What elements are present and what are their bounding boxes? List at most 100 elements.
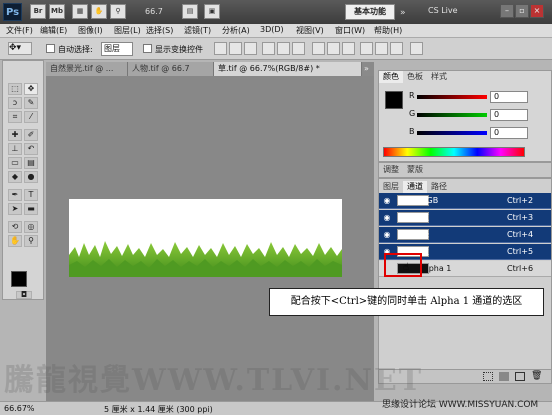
zoom-tool-icon[interactable]: ⚲ [24,235,38,247]
r-value[interactable]: 0 [490,91,528,103]
maximize-button[interactable]: ▫ [515,4,529,18]
healing-brush-tool-icon[interactable]: ✚ [8,129,22,141]
trash-icon[interactable]: 🗑 [531,371,542,381]
quick-select-tool-icon[interactable]: ✎ [24,97,38,109]
type-tool-icon[interactable]: T [24,189,38,201]
screen-mode-icon[interactable]: ▣ [204,4,220,19]
cs-live-button[interactable]: CS Live [428,6,458,15]
minibridge-icon[interactable]: Mb [49,4,65,19]
tab-paths[interactable]: 路径 [427,181,451,193]
align-right-icon[interactable] [292,42,305,55]
distribute-vcenter-icon[interactable] [327,42,340,55]
align-hcenter-icon[interactable] [277,42,290,55]
shape-tool-icon[interactable]: ▬ [24,203,38,215]
r-slider[interactable] [417,95,487,99]
align-left-icon[interactable] [262,42,275,55]
gradient-tool-icon[interactable]: ▤ [24,157,38,169]
document-canvas[interactable] [69,199,342,277]
menu-filter[interactable]: 滤镜(T) [184,25,211,36]
distribute-top-icon[interactable] [312,42,325,55]
b-value[interactable]: 0 [490,127,528,139]
align-vcenter-icon[interactable] [229,42,242,55]
bridge-icon[interactable]: Br [30,4,46,19]
auto-select-checkbox[interactable] [46,44,55,53]
quick-mask-icon[interactable]: ◘ [16,291,32,299]
color-ramp[interactable] [383,147,525,157]
menu-file[interactable]: 文件(F) [6,25,33,36]
eye-icon[interactable]: ◉ [382,230,392,240]
save-selection-icon[interactable] [499,372,509,381]
minimize-button[interactable]: – [500,4,514,18]
marquee-tool-icon[interactable]: ⬚ [8,83,22,95]
eye-icon[interactable]: ◉ [382,213,392,223]
path-select-tool-icon[interactable]: ➤ [8,203,22,215]
eyedropper-tool-icon[interactable]: ⁄ [24,111,38,123]
menu-view[interactable]: 视图(V) [296,25,324,36]
menu-image[interactable]: 图像(I) [78,25,103,36]
tab-layers[interactable]: 图层 [379,181,403,193]
arrange-icon[interactable]: ▤ [182,4,198,19]
g-value[interactable]: 0 [490,109,528,121]
tab-channels[interactable]: 通道 [403,181,427,193]
history-brush-tool-icon[interactable]: ↶ [24,143,38,155]
status-zoom[interactable]: 66.67% [4,404,35,413]
new-channel-icon[interactable] [515,372,525,381]
lasso-tool-icon[interactable]: ↄ [8,97,22,109]
clone-stamp-tool-icon[interactable]: ⊥ [8,143,22,155]
menu-analysis[interactable]: 分析(A) [222,25,250,36]
menu-edit[interactable]: 编辑(E) [40,25,67,36]
hand-tool-icon[interactable]: ✋ [8,235,22,247]
b-slider[interactable] [417,131,487,135]
align-top-icon[interactable] [214,42,227,55]
tab-adjustments[interactable]: 调整 [379,164,403,176]
foreground-color-swatch[interactable] [11,271,27,287]
chevron-right-icon[interactable]: » [400,8,406,18]
guides-icon[interactable]: ▦ [72,4,88,19]
auto-select-label: 自动选择: [58,45,93,54]
distribute-left-icon[interactable] [360,42,373,55]
distribute-bottom-icon[interactable] [342,42,355,55]
color-panel: 颜色 色板 样式 R 0 G 0 B 0 [378,70,552,162]
crop-tool-icon[interactable]: ⌗ [8,111,22,123]
tab-masks[interactable]: 蒙版 [403,164,427,176]
zoom-level[interactable]: 66.7 [145,5,183,19]
menu-3d[interactable]: 3D(D) [260,25,284,34]
move-tool-preset-button[interactable]: ✥▾ [8,42,32,55]
workspace-button[interactable]: 基本功能 [345,4,395,20]
pen-tool-icon[interactable]: ✒ [8,189,22,201]
align-bottom-icon[interactable] [244,42,257,55]
menu-select[interactable]: 选择(S) [146,25,173,36]
load-selection-icon[interactable] [483,372,493,381]
fg-color-chip[interactable] [385,91,403,109]
3d-rotate-tool-icon[interactable]: ⟲ [8,221,22,233]
close-button[interactable]: × [530,4,544,18]
auto-select-dropdown[interactable]: 图层 [101,42,133,56]
eye-icon[interactable]: ◉ [382,196,392,206]
tab-scenery[interactable]: 自然景光.tif @ ... [46,62,128,76]
3d-orbit-tool-icon[interactable]: ◎ [24,221,38,233]
hand-tool-icon[interactable]: ✋ [91,4,107,19]
show-transform-checkbox[interactable] [143,44,152,53]
dodge-tool-icon[interactable]: ● [24,171,38,183]
channel-row-rgb[interactable]: ◉ RGB Ctrl+2 [379,193,551,209]
zoom-tool-icon[interactable]: ⚲ [110,4,126,19]
brush-tool-icon[interactable]: ✐ [24,129,38,141]
eraser-tool-icon[interactable]: ▭ [8,157,22,169]
distribute-hcenter-icon[interactable] [375,42,388,55]
menu-layer[interactable]: 图层(L) [114,25,141,36]
menu-window[interactable]: 窗口(W) [335,25,365,36]
channel-row-green[interactable]: ◉ 绿 Ctrl+4 [379,227,551,243]
tab-portrait[interactable]: 人物.tif @ 66.7 [128,62,214,76]
auto-align-icon[interactable] [410,42,423,55]
distribute-right-icon[interactable] [390,42,403,55]
tab-swatches[interactable]: 色板 [403,71,427,83]
blur-tool-icon[interactable]: ◆ [8,171,22,183]
tab-grass[interactable]: 草.tif @ 66.7%(RGB/8#) * [214,62,362,76]
tab-styles[interactable]: 样式 [427,71,451,83]
channel-row-red[interactable]: ◉ 红 Ctrl+3 [379,210,551,226]
g-slider[interactable] [417,113,487,117]
tabs-overflow-icon[interactable]: » [364,64,369,73]
tab-color[interactable]: 颜色 [379,71,403,83]
menu-help[interactable]: 帮助(H) [374,25,402,36]
move-tool-icon[interactable]: ✥ [24,83,38,95]
